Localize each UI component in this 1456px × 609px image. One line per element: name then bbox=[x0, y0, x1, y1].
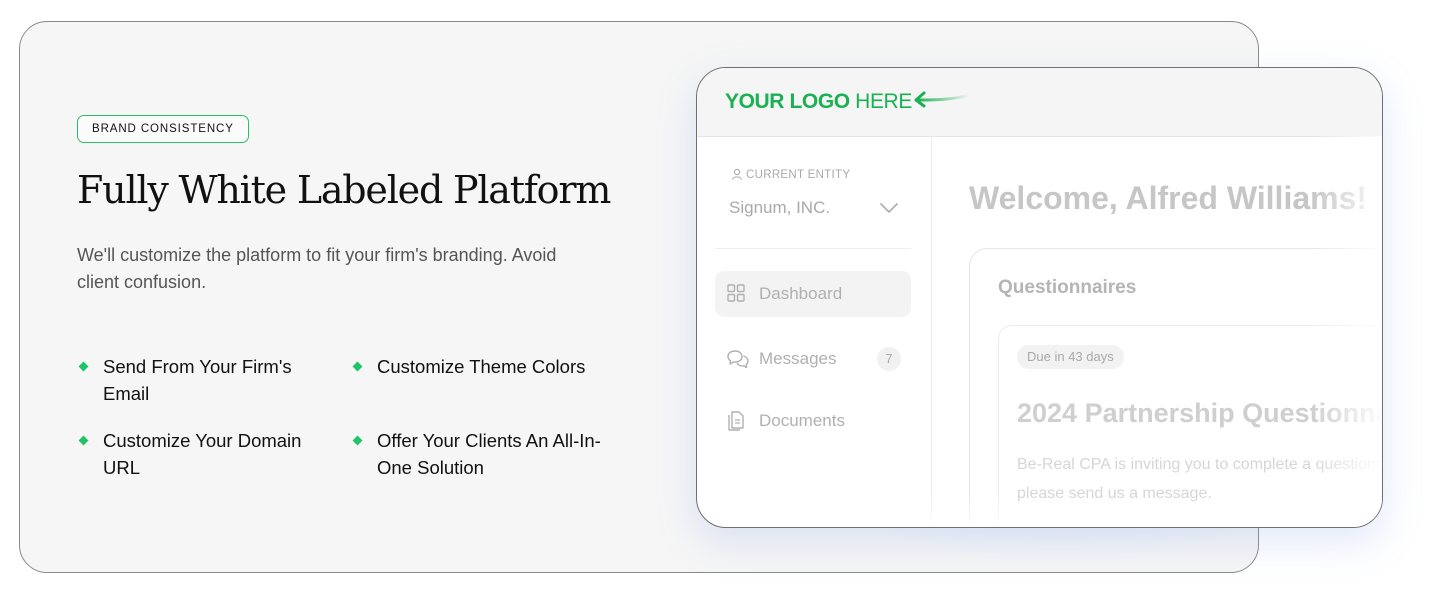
questionnaires-title: Questionnaires bbox=[998, 277, 1137, 298]
sidebar-item-label: Dashboard bbox=[759, 284, 843, 303]
right-fade-overlay bbox=[1312, 136, 1382, 527]
mockup-header: YOUR LOGO HERE bbox=[697, 68, 1382, 137]
due-badge: Due in 43 days bbox=[1017, 345, 1124, 369]
document-icon bbox=[728, 411, 744, 431]
feature-text: Customize Theme Colors bbox=[377, 356, 586, 377]
diamond-bullet-icon bbox=[352, 435, 363, 446]
feature-item: Customize Your Domain URL bbox=[78, 427, 323, 481]
sidebar-item-messages[interactable]: Messages 7 bbox=[715, 336, 911, 382]
chat-bubbles-icon bbox=[727, 350, 749, 369]
sidebar-divider bbox=[715, 248, 911, 249]
sidebar-item-label: Documents bbox=[759, 411, 845, 430]
entity-select[interactable]: Signum, INC. bbox=[729, 198, 830, 218]
section-badge: BRAND CONSISTENCY bbox=[77, 115, 249, 143]
section-title: Fully White Labeled Platform bbox=[77, 168, 611, 212]
feature-text: Send From Your Firm's Email bbox=[103, 356, 292, 404]
feature-text: Customize Your Domain URL bbox=[103, 430, 302, 478]
bottom-fade-overlay bbox=[931, 497, 1382, 527]
logo-light-text: HERE bbox=[849, 90, 912, 113]
entity-label: CURRENT ENTITY bbox=[731, 168, 850, 181]
feature-item: Customize Theme Colors bbox=[352, 353, 597, 380]
entity-label-text: CURRENT ENTITY bbox=[746, 169, 851, 181]
feature-item: Offer Your Clients An All-In-One Solutio… bbox=[352, 427, 602, 481]
logo-placeholder: YOUR LOGO HERE bbox=[725, 90, 912, 114]
welcome-heading: Welcome, Alfred Williams! bbox=[969, 180, 1368, 216]
arrow-left-icon bbox=[914, 91, 971, 108]
diamond-bullet-icon bbox=[352, 361, 363, 372]
message-count-badge: 7 bbox=[877, 347, 901, 371]
feature-text: Offer Your Clients An All-In-One Solutio… bbox=[377, 430, 601, 478]
dashboard-grid-icon bbox=[727, 284, 745, 302]
app-mockup: YOUR LOGO HERE CURRENT ENTITY Signum, IN… bbox=[696, 67, 1383, 528]
chevron-down-icon[interactable] bbox=[879, 202, 899, 214]
mockup-sidebar: CURRENT ENTITY Signum, INC. Dashboard Me… bbox=[697, 136, 932, 527]
diamond-bullet-icon bbox=[78, 435, 89, 446]
logo-bold-text: YOUR LOGO bbox=[725, 90, 850, 113]
sidebar-item-dashboard[interactable]: Dashboard bbox=[715, 271, 911, 317]
sidebar-item-documents[interactable]: Documents bbox=[715, 398, 911, 444]
feature-item: Send From Your Firm's Email bbox=[78, 353, 323, 407]
user-icon bbox=[731, 168, 743, 180]
section-description: We'll customize the platform to fit your… bbox=[77, 245, 557, 292]
sidebar-item-label: Messages bbox=[759, 349, 837, 368]
diamond-bullet-icon bbox=[78, 361, 89, 372]
